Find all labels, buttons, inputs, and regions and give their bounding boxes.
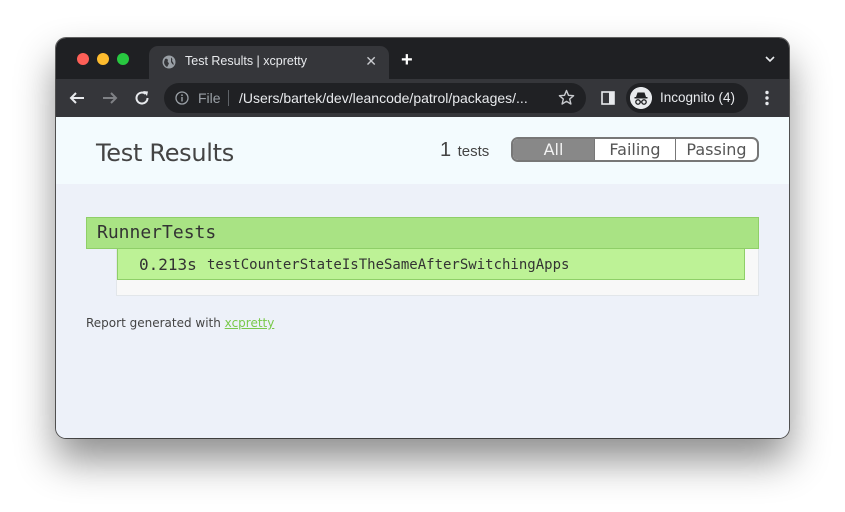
filter-all-button[interactable]: All bbox=[513, 139, 595, 160]
window-maximize-button[interactable] bbox=[117, 53, 129, 65]
browser-window: Test Results | xcpretty ✕ + File /Users/… bbox=[56, 38, 789, 438]
test-name: testCounterStateIsTheSameAfterSwitchingA… bbox=[207, 257, 570, 273]
report-footer: Report generated with xcpretty bbox=[86, 316, 274, 330]
url-text[interactable]: /Users/bartek/dev/leancode/patrol/packag… bbox=[239, 90, 528, 106]
page-title: Test Results bbox=[96, 139, 234, 167]
chevron-down-icon[interactable] bbox=[765, 54, 775, 64]
suite-tests: 0.213s testCounterStateIsTheSameAfterSwi… bbox=[116, 249, 759, 296]
info-icon[interactable] bbox=[175, 91, 189, 105]
incognito-icon bbox=[630, 87, 652, 109]
back-arrow-icon[interactable] bbox=[68, 89, 86, 107]
page-header: Test Results 1 tests All Failing Passing bbox=[56, 117, 789, 184]
window-minimize-button[interactable] bbox=[97, 53, 109, 65]
page-content: Test Results 1 tests All Failing Passing… bbox=[56, 117, 789, 438]
tab-strip: Test Results | xcpretty ✕ + bbox=[56, 38, 789, 79]
footer-text: Report generated with bbox=[86, 316, 225, 330]
url-separator bbox=[228, 90, 229, 106]
bookmark-star-icon[interactable] bbox=[558, 89, 575, 106]
reload-icon[interactable] bbox=[133, 89, 151, 107]
filter-failing-button[interactable]: Failing bbox=[595, 139, 676, 160]
incognito-profile-button[interactable]: Incognito (4) bbox=[626, 83, 748, 113]
test-count-label: tests bbox=[457, 143, 490, 160]
incognito-label: Incognito (4) bbox=[660, 90, 736, 105]
close-tab-icon[interactable]: ✕ bbox=[365, 53, 377, 70]
forward-arrow-icon[interactable] bbox=[101, 89, 119, 107]
test-row[interactable]: 0.213s testCounterStateIsTheSameAfterSwi… bbox=[117, 249, 745, 280]
side-panel-icon[interactable] bbox=[601, 91, 615, 105]
window-close-button[interactable] bbox=[77, 53, 89, 65]
kebab-menu-icon[interactable] bbox=[762, 90, 772, 106]
test-count-number: 1 bbox=[440, 139, 452, 161]
filter-segmented-control: All Failing Passing bbox=[511, 137, 759, 162]
browser-toolbar: File /Users/bartek/dev/leancode/patrol/p… bbox=[56, 79, 789, 117]
test-suite: RunnerTests 0.213s testCounterStateIsThe… bbox=[86, 217, 759, 296]
tab-title: Test Results | xcpretty bbox=[185, 54, 308, 68]
filter-passing-button[interactable]: Passing bbox=[676, 139, 757, 160]
globe-icon bbox=[162, 55, 176, 69]
test-duration: 0.213s bbox=[139, 255, 197, 274]
xcpretty-link[interactable]: xcpretty bbox=[225, 316, 275, 330]
address-bar[interactable]: File /Users/bartek/dev/leancode/patrol/p… bbox=[164, 83, 586, 113]
suite-header[interactable]: RunnerTests bbox=[86, 217, 759, 249]
test-count: 1 tests bbox=[440, 139, 489, 162]
url-scheme-label: File bbox=[198, 90, 221, 106]
tab-test-results[interactable]: Test Results | xcpretty ✕ bbox=[149, 46, 389, 79]
new-tab-button[interactable]: + bbox=[401, 50, 413, 70]
